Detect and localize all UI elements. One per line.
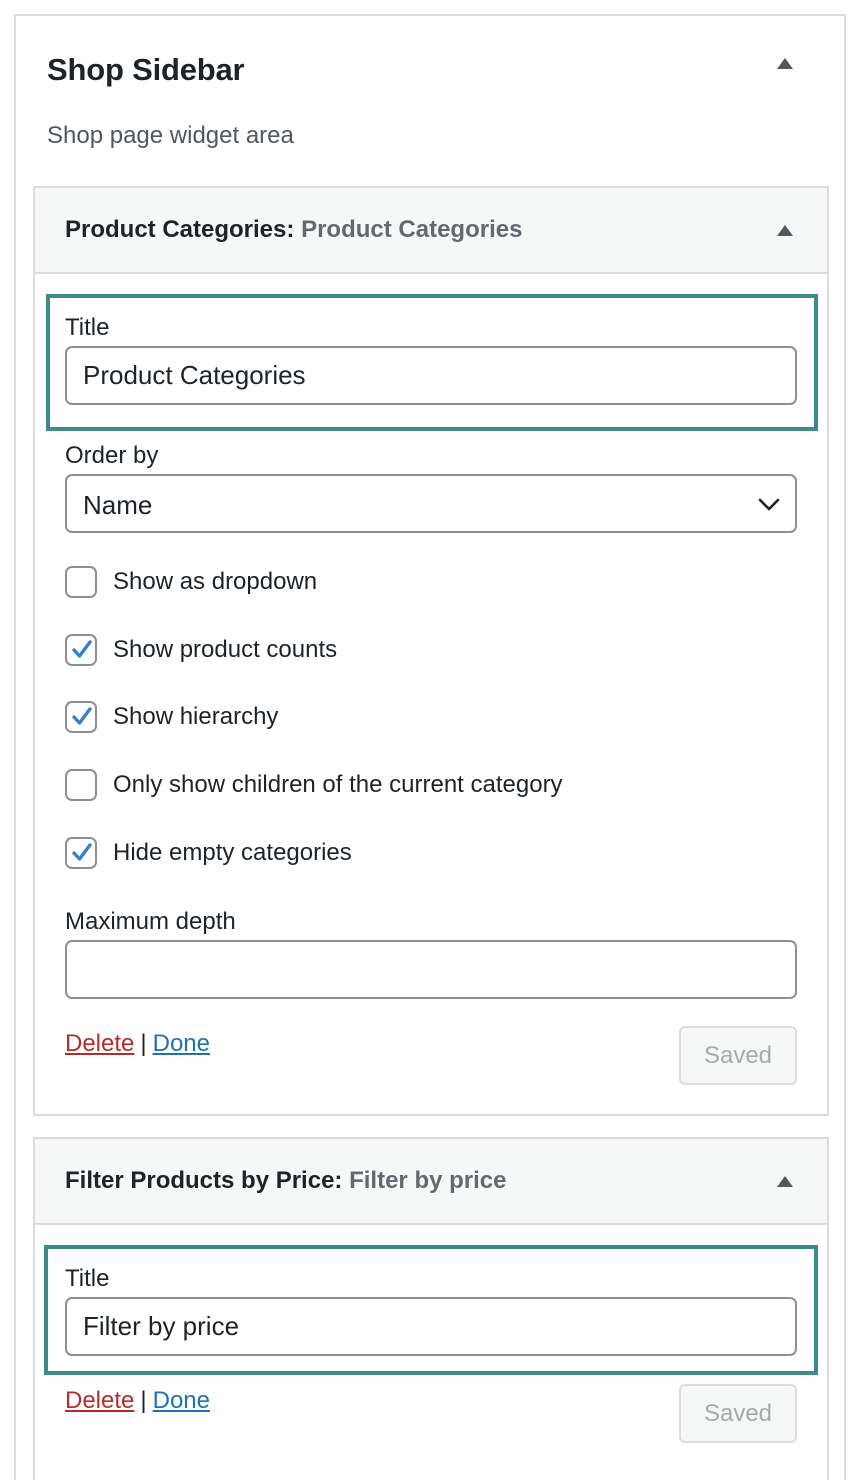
hide-empty-categories-checkbox[interactable]: [65, 837, 97, 869]
actions-divider: |: [140, 1030, 147, 1057]
saved-button[interactable]: Saved: [679, 1026, 797, 1085]
widget-title-separator: :: [334, 1167, 343, 1194]
only-show-children-checkbox[interactable]: [65, 769, 97, 801]
widget-area-description: Shop page widget area: [47, 122, 294, 149]
widget-actions: Delete | Done: [65, 1387, 210, 1415]
checkbox-row-hide-empty: Hide empty categories: [65, 837, 765, 871]
widget-product-categories: Product Categories: Product Categories T…: [33, 186, 829, 1116]
checkmark-icon: [72, 640, 92, 658]
order-by-label: Order by: [65, 442, 159, 469]
checkbox-row-show-product-counts: Show product counts: [65, 634, 765, 668]
widget-filter-by-price: Filter Products by Price: Filter by pric…: [33, 1137, 829, 1480]
widget-area-title[interactable]: Shop Sidebar: [47, 52, 245, 88]
title-input[interactable]: [65, 346, 797, 405]
chevron-down-icon: [758, 498, 780, 511]
saved-button[interactable]: Saved: [679, 1384, 797, 1443]
title-field-label: Title: [65, 314, 110, 341]
widget-actions: Delete | Done: [65, 1030, 210, 1058]
done-link[interactable]: Done: [153, 1030, 210, 1057]
delete-link[interactable]: Delete: [65, 1387, 134, 1414]
checkbox-row-show-as-dropdown: Show as dropdown: [65, 566, 765, 600]
maximum-depth-input[interactable]: [65, 940, 797, 999]
show-product-counts-checkbox[interactable]: [65, 634, 97, 666]
widget-header[interactable]: Product Categories: Product Categories: [35, 188, 827, 274]
order-by-select[interactable]: Name: [65, 474, 797, 533]
widget-header[interactable]: Filter Products by Price: Filter by pric…: [35, 1139, 827, 1225]
done-link[interactable]: Done: [153, 1387, 210, 1414]
checkbox-row-show-hierarchy: Show hierarchy: [65, 701, 765, 735]
title-input[interactable]: [65, 1297, 797, 1356]
show-as-dropdown-checkbox[interactable]: [65, 566, 97, 598]
title-field-label: Title: [65, 1265, 110, 1292]
widget-toggle-caret-icon[interactable]: [777, 1176, 793, 1187]
checkmark-icon: [72, 707, 92, 725]
delete-link[interactable]: Delete: [65, 1030, 134, 1057]
widget-toggle-caret-icon[interactable]: [777, 225, 793, 236]
widget-type-label: Product Categories: [65, 216, 287, 243]
collapse-caret-icon[interactable]: [777, 58, 793, 69]
order-by-selected-value: Name: [83, 490, 153, 520]
checkbox-row-only-children: Only show children of the current catego…: [65, 769, 765, 803]
show-product-counts-label[interactable]: Show product counts: [113, 636, 337, 664]
show-as-dropdown-label[interactable]: Show as dropdown: [113, 568, 317, 596]
actions-divider: |: [140, 1387, 147, 1414]
widget-header-title: Product Categories: Product Categories: [65, 216, 522, 244]
widget-header-title: Filter Products by Price: Filter by pric…: [65, 1167, 506, 1195]
widget-instance-title: Product Categories: [301, 216, 523, 243]
hide-empty-categories-label[interactable]: Hide empty categories: [113, 839, 352, 867]
widget-instance-title: Filter by price: [349, 1167, 507, 1194]
only-show-children-label[interactable]: Only show children of the current catego…: [113, 771, 563, 799]
widget-type-label: Filter Products by Price: [65, 1167, 335, 1194]
widget-title-separator: :: [286, 216, 295, 243]
maximum-depth-label: Maximum depth: [65, 908, 236, 935]
show-hierarchy-label[interactable]: Show hierarchy: [113, 703, 278, 731]
show-hierarchy-checkbox[interactable]: [65, 701, 97, 733]
checkmark-icon: [72, 843, 92, 861]
